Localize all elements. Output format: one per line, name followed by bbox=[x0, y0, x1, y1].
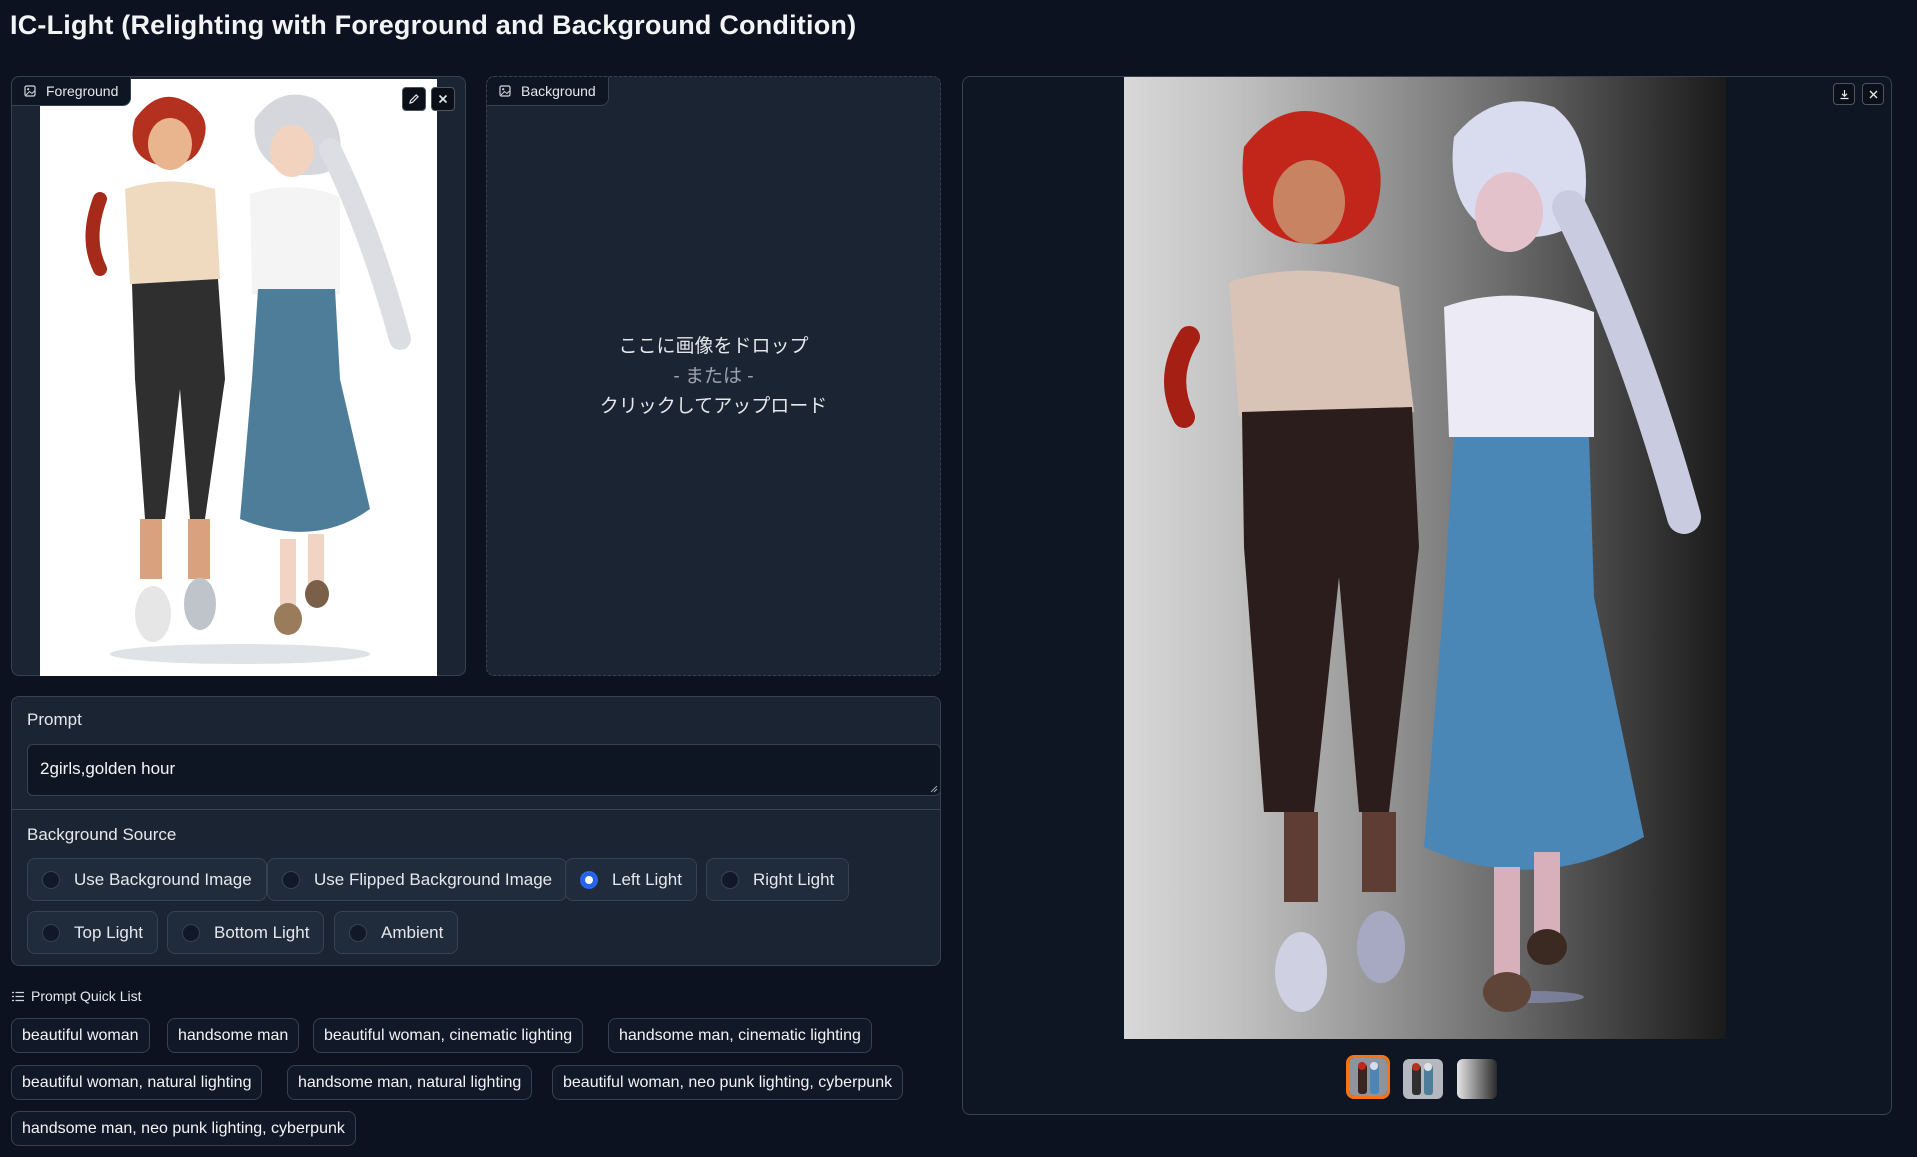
thumbnail-3[interactable] bbox=[1455, 1057, 1499, 1101]
output-image[interactable] bbox=[1124, 77, 1726, 1039]
radio-label: Use Background Image bbox=[74, 869, 252, 889]
radio-label: Bottom Light bbox=[214, 922, 310, 942]
thumbnail-1[interactable] bbox=[1346, 1055, 1390, 1099]
drop-line-2: クリックしてアップロード bbox=[599, 396, 828, 417]
radio-label: Left Light bbox=[612, 869, 682, 889]
output-illustration bbox=[1164, 101, 1701, 1012]
drop-instructions: ここに画像をドロップ - または - クリックしてアップロード bbox=[487, 332, 940, 422]
resize-grip-icon[interactable] bbox=[928, 783, 938, 793]
radio-indicator bbox=[182, 923, 200, 942]
thumbnail-image bbox=[1403, 1059, 1443, 1099]
foreground-illustration bbox=[85, 94, 411, 664]
radio-label: Ambient bbox=[381, 922, 444, 942]
image-icon bbox=[24, 85, 36, 97]
foreground-image bbox=[40, 79, 437, 676]
foreground-label: Foreground bbox=[46, 83, 119, 99]
edit-icon bbox=[409, 94, 419, 104]
radio-right-light[interactable]: Right Light bbox=[706, 858, 850, 901]
close-icon bbox=[1869, 90, 1877, 98]
quick-list-label: Prompt Quick List bbox=[31, 988, 142, 1004]
radio-label: Right Light bbox=[753, 869, 835, 889]
prompt-label: Prompt bbox=[27, 710, 82, 729]
quick-prompt-chip[interactable]: beautiful woman, cinematic lighting bbox=[313, 1018, 584, 1053]
settings-panel: Prompt 2girls,golden hour Background Sou… bbox=[11, 696, 941, 966]
foreground-label-tag: Foreground bbox=[12, 77, 132, 106]
quick-list-heading: Prompt Quick List bbox=[12, 988, 141, 1004]
thumbnail-image bbox=[1457, 1059, 1497, 1099]
radio-indicator-selected bbox=[580, 870, 598, 889]
list-icon bbox=[12, 991, 24, 1001]
thumbnail-2[interactable] bbox=[1401, 1057, 1445, 1101]
radio-label: Top Light bbox=[74, 922, 143, 942]
background-source-label: Background Source bbox=[27, 825, 177, 844]
drop-line-1: ここに画像をドロップ bbox=[618, 336, 809, 357]
radio-indicator bbox=[42, 923, 60, 942]
radio-top-light[interactable]: Top Light bbox=[27, 911, 158, 954]
radio-bottom-light[interactable]: Bottom Light bbox=[167, 911, 325, 954]
download-icon bbox=[1840, 89, 1848, 99]
background-label-tag: Background bbox=[487, 77, 609, 106]
quick-prompt-chip[interactable]: handsome man, neo punk lighting, cyberpu… bbox=[11, 1111, 356, 1146]
radio-use-flipped-background-image[interactable]: Use Flipped Background Image bbox=[267, 858, 568, 901]
radio-label: Use Flipped Background Image bbox=[314, 869, 553, 889]
drop-or: - または - bbox=[673, 366, 754, 387]
page-title: IC-Light (Relighting with Foreground and… bbox=[10, 10, 857, 40]
prompt-input[interactable]: 2girls,golden hour bbox=[27, 744, 941, 796]
section-divider bbox=[12, 809, 940, 810]
background-label: Background bbox=[521, 83, 596, 99]
thumbnail-image bbox=[1349, 1058, 1387, 1096]
quick-prompt-chip[interactable]: beautiful woman, natural lighting bbox=[11, 1065, 263, 1100]
radio-use-background-image[interactable]: Use Background Image bbox=[27, 858, 267, 901]
radio-left-light[interactable]: Left Light bbox=[565, 858, 697, 901]
clear-foreground-button[interactable] bbox=[431, 87, 455, 111]
foreground-panel[interactable]: Foreground bbox=[11, 76, 466, 676]
prompt-value: 2girls,golden hour bbox=[40, 759, 176, 778]
quick-prompt-chip[interactable]: beautiful woman, neo punk lighting, cybe… bbox=[552, 1065, 904, 1100]
close-output-button[interactable] bbox=[1862, 83, 1884, 105]
radio-ambient[interactable]: Ambient bbox=[334, 911, 459, 954]
background-dropzone[interactable]: Background ここに画像をドロップ - または - クリックしてアップロ… bbox=[486, 76, 941, 676]
quick-prompt-chip[interactable]: beautiful woman bbox=[11, 1018, 150, 1053]
radio-indicator bbox=[282, 870, 300, 889]
radio-indicator bbox=[721, 870, 739, 889]
quick-prompt-chip[interactable]: handsome man, natural lighting bbox=[287, 1065, 533, 1100]
radio-indicator bbox=[349, 923, 367, 942]
download-button[interactable] bbox=[1833, 83, 1855, 105]
edit-button[interactable] bbox=[402, 87, 426, 111]
quick-prompt-chip[interactable]: handsome man bbox=[167, 1018, 300, 1053]
quick-prompt-chip[interactable]: handsome man, cinematic lighting bbox=[608, 1018, 872, 1053]
radio-indicator bbox=[42, 870, 60, 889]
close-icon bbox=[438, 94, 448, 104]
output-gallery bbox=[962, 76, 1892, 1115]
image-icon bbox=[499, 85, 511, 97]
